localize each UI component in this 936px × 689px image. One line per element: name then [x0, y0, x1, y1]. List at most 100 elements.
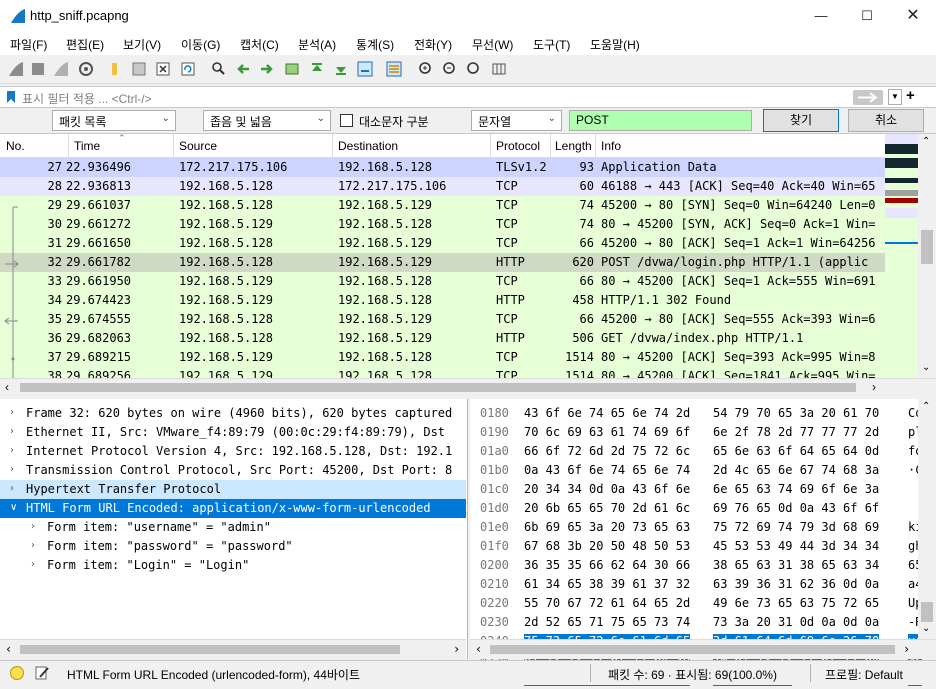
- collapsed-chevron-icon[interactable]: ›: [10, 464, 14, 475]
- hex-line[interactable]: 01e0 6b 69 65 3a 20 73 65 63 75 72 69 74 7…: [470, 518, 922, 537]
- resize-columns-icon[interactable]: [491, 61, 507, 77]
- detail-tree-item[interactable]: ∨ HTML Form URL Encoded: application/x-ww…: [0, 499, 466, 518]
- auto-scroll-icon[interactable]: [357, 61, 373, 77]
- profile-status[interactable]: 프로필: Default: [825, 666, 903, 683]
- stop-capture-icon[interactable]: [30, 61, 46, 77]
- menu-go[interactable]: 이동(G): [181, 36, 220, 53]
- collapsed-chevron-icon[interactable]: ›: [31, 540, 35, 551]
- hex-line[interactable]: 0200 36 35 35 66 62 64 30 66 38 65 63 31 3…: [470, 556, 922, 575]
- menu-tools[interactable]: 도구(T): [533, 36, 570, 53]
- go-forward-icon[interactable]: [259, 61, 275, 77]
- hex-line[interactable]: 01b0 0a 43 6f 6e 74 65 6e 74 2d 4c 65 6e 6…: [470, 461, 922, 480]
- maximize-button[interactable]: ☐: [844, 0, 890, 32]
- collapsed-chevron-icon[interactable]: ›: [10, 407, 14, 418]
- hex-line[interactable]: 01d0 20 6b 65 65 70 2d 61 6c 69 76 65 0d 0…: [470, 499, 918, 518]
- column-header-no[interactable]: No.: [6, 139, 25, 153]
- reload-file-icon[interactable]: [180, 61, 196, 77]
- menu-wireless[interactable]: 무선(W): [472, 36, 513, 53]
- expert-info-icon[interactable]: [10, 666, 24, 680]
- colorize-icon[interactable]: [386, 61, 402, 77]
- menu-telephony[interactable]: 전화(Y): [414, 36, 452, 53]
- packet-row[interactable]: 27 22.936496 172.217.175.106 192.168.5.128 T…: [0, 158, 885, 177]
- scroll-left-icon[interactable]: ‹: [5, 380, 9, 394]
- packet-row[interactable]: 30 29.661272 192.168.5.129 192.168.5.128 TCP…: [0, 215, 885, 234]
- close-button[interactable]: ✕: [890, 0, 936, 32]
- scroll-down-icon[interactable]: ⌄: [922, 362, 930, 373]
- collapsed-chevron-icon[interactable]: ›: [31, 521, 35, 532]
- column-header-length[interactable]: Length: [555, 139, 592, 153]
- save-file-icon[interactable]: [131, 61, 147, 77]
- find-width-select[interactable]: 좁음 및 넓음 ⌄: [203, 110, 331, 131]
- last-packet-icon[interactable]: [333, 61, 349, 77]
- hex-line[interactable]: 0210 61 34 65 38 39 61 37 32 63 39 36 31 6…: [470, 575, 922, 594]
- open-file-icon[interactable]: [107, 61, 123, 77]
- restart-capture-icon[interactable]: [53, 61, 69, 77]
- scroll-right-icon[interactable]: ›: [453, 642, 460, 656]
- packet-row[interactable]: 33 29.661950 192.168.5.129 192.168.5.128 TCP…: [0, 272, 885, 291]
- detail-tree-item[interactable]: › Frame 32: 620 bytes on wire (4960 bits)…: [0, 404, 466, 423]
- detail-tree-item[interactable]: › Hypertext Transfer Protocol: [0, 480, 466, 499]
- first-packet-icon[interactable]: [309, 61, 325, 77]
- case-sensitive-checkbox[interactable]: [340, 114, 353, 127]
- find-type-select[interactable]: 문자열 ⌄: [471, 110, 562, 131]
- menu-capture[interactable]: 캡처(C): [240, 36, 279, 53]
- collapsed-chevron-icon[interactable]: ›: [31, 559, 35, 570]
- normal-size-icon[interactable]: [466, 61, 482, 77]
- display-filter-input[interactable]: 표시 필터 적용 ... <Ctrl-/>: [22, 90, 842, 107]
- hex-line[interactable]: 01c0 20 34 34 0d 0a 43 6f 6e 6e 65 63 74 6…: [470, 480, 918, 499]
- scroll-thumb[interactable]: [921, 602, 933, 622]
- column-divider[interactable]: [490, 134, 491, 158]
- packet-row[interactable]: 37 29.689215 192.168.5.129 192.168.5.128 TCP…: [0, 348, 885, 367]
- scroll-thumb[interactable]: [20, 645, 400, 654]
- minimize-button[interactable]: —: [798, 0, 844, 32]
- find-packet-icon[interactable]: [210, 61, 226, 77]
- column-divider[interactable]: [550, 134, 551, 158]
- bytes-horizontal-scrollbar[interactable]: ‹ ›: [470, 639, 936, 659]
- scroll-up-icon[interactable]: ⌃: [922, 136, 930, 147]
- menu-statistics[interactable]: 통계(S): [356, 36, 394, 53]
- column-header-time[interactable]: Time: [74, 139, 100, 153]
- filter-history-dropdown-icon[interactable]: ▼: [888, 89, 902, 105]
- packet-list-horizontal-scrollbar[interactable]: ‹ ›: [0, 378, 936, 396]
- hex-line[interactable]: 01f0 67 68 3b 20 50 48 50 53 45 53 53 49 4…: [470, 537, 922, 556]
- detail-tree-item[interactable]: › Transmission Control Protocol, Src Port…: [0, 461, 466, 480]
- scroll-right-icon[interactable]: ›: [903, 642, 910, 656]
- packet-row[interactable]: 38 29.689256 192.168.5.129 192.168.5.128 TCP…: [0, 367, 885, 378]
- collapsed-chevron-icon[interactable]: ›: [10, 445, 14, 456]
- add-filter-button-icon[interactable]: +: [906, 87, 915, 104]
- hex-line[interactable]: 0180 43 6f 6e 74 65 6e 74 2d 54 79 70 65 3…: [470, 404, 922, 423]
- zoom-out-icon[interactable]: [442, 61, 458, 77]
- bookmark-icon[interactable]: [5, 90, 17, 104]
- detail-tree-item[interactable]: › Ethernet II, Src: VMware_f4:89:79 (00:0…: [0, 423, 466, 442]
- column-divider[interactable]: [68, 134, 69, 158]
- scroll-left-icon[interactable]: ‹: [5, 642, 12, 656]
- collapsed-chevron-icon[interactable]: ›: [10, 483, 14, 494]
- menu-view[interactable]: 보기(V): [123, 36, 161, 53]
- packet-row[interactable]: 36 29.682063 192.168.5.128 192.168.5.129 HTT…: [0, 329, 885, 348]
- hex-line[interactable]: 0220 55 70 67 72 61 64 65 2d 49 6e 73 65 6…: [470, 594, 922, 613]
- column-divider[interactable]: [332, 134, 333, 158]
- packet-row[interactable]: 31 29.661650 192.168.5.128 192.168.5.129 TCP…: [0, 234, 885, 253]
- scroll-down-icon[interactable]: ⌄: [922, 623, 930, 634]
- start-capture-icon[interactable]: [8, 61, 24, 77]
- details-horizontal-scrollbar[interactable]: ‹ ›: [0, 639, 466, 659]
- capture-options-icon[interactable]: [78, 61, 94, 77]
- edit-comment-icon[interactable]: [34, 665, 50, 681]
- menu-edit[interactable]: 편집(E): [66, 36, 104, 53]
- find-scope-select[interactable]: 패킷 목록 ⌄: [52, 110, 176, 131]
- go-back-icon[interactable]: [235, 61, 251, 77]
- column-header-info[interactable]: Info: [601, 139, 621, 153]
- scroll-up-icon[interactable]: ⌃: [922, 401, 930, 412]
- hex-line[interactable]: 0230 2d 52 65 71 75 65 73 74 73 3a 20 31 0…: [470, 613, 922, 632]
- scroll-thumb[interactable]: [490, 645, 895, 654]
- column-header-source[interactable]: Source: [179, 139, 217, 153]
- packet-row[interactable]: 34 29.674423 192.168.5.129 192.168.5.128 HTT…: [0, 291, 885, 310]
- expanded-chevron-icon[interactable]: ∨: [10, 502, 17, 513]
- go-to-packet-icon[interactable]: [284, 61, 300, 77]
- column-divider[interactable]: [173, 134, 174, 158]
- detail-tree-item[interactable]: › Form item: "password" = "password": [0, 537, 466, 556]
- scroll-right-icon[interactable]: ›: [872, 380, 876, 394]
- hex-line[interactable]: 0190 70 6c 69 63 61 74 69 6f 6e 2f 78 2d 7…: [470, 423, 922, 442]
- scroll-thumb[interactable]: [921, 230, 933, 264]
- apply-filter-arrow-icon[interactable]: [853, 90, 883, 105]
